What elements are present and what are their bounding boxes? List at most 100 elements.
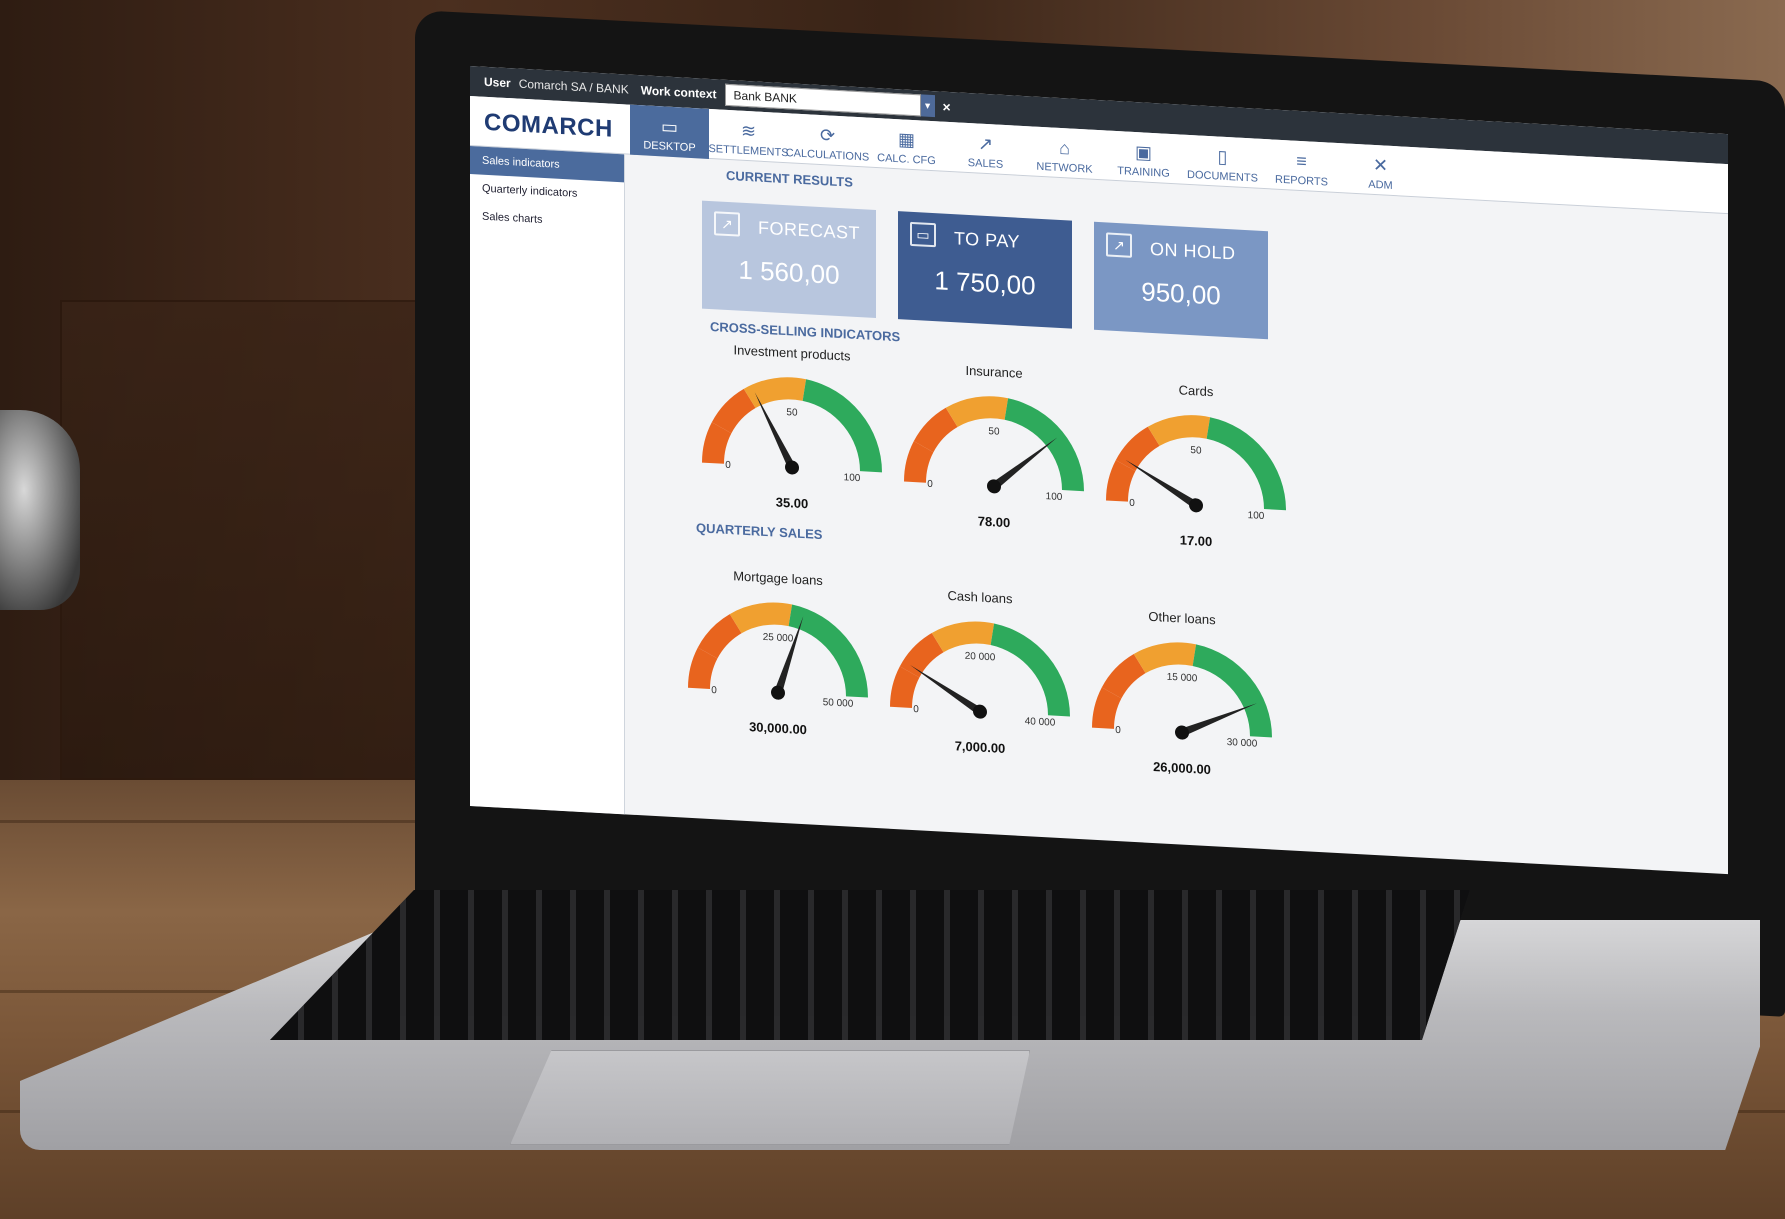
refresh-coin-icon: ⟳ <box>819 124 836 146</box>
nav-calc-cfg[interactable]: ▦ CALC. CFG <box>867 118 946 172</box>
nav-label: NETWORK <box>1036 160 1093 176</box>
gauge-title: Other loans <box>1148 608 1216 628</box>
user-label: User <box>484 74 511 91</box>
gauge-insurance: Insurance 0 50 100 78.00 <box>894 359 1094 540</box>
card-title: FORECAST <box>758 217 861 244</box>
desk-lamp <box>0 410 80 610</box>
keyboard <box>270 890 1470 1040</box>
chart-icon: ↗ <box>1106 232 1132 258</box>
gauge-band-3 <box>788 604 868 698</box>
nav-reports[interactable]: ≡ REPORTS <box>1262 139 1341 193</box>
gauge-needle <box>1125 459 1199 509</box>
nav-calculations[interactable]: ⟳ CALCULATIONS <box>785 113 870 167</box>
gauge-title: Insurance <box>965 362 1023 381</box>
nav-label: TRAINING <box>1117 165 1170 180</box>
calculator-icon: ▦ <box>897 129 915 151</box>
gauge-hub <box>785 460 799 475</box>
nav-settlements[interactable]: ≋ SETTLEMENTS <box>708 109 789 163</box>
gauge-band-3 <box>802 379 882 473</box>
gauge-investment-products: Investment products 0 50 100 35.00 <box>692 340 892 521</box>
nav-sales[interactable]: ↗ SALES <box>946 122 1025 176</box>
nav-label: DOCUMENTS <box>1187 168 1258 185</box>
nav-network[interactable]: ⌂ NETWORK <box>1025 126 1104 180</box>
gauge-tick-label: 0 <box>711 685 717 696</box>
gauge-band-3 <box>1206 417 1286 511</box>
card-forecast[interactable]: ↗ FORECAST 1 560,00 <box>702 200 876 318</box>
stack-icon: ≡ <box>1296 150 1307 172</box>
nav-label: DESKTOP <box>643 139 696 155</box>
gauge-tick-label: 15 000 <box>1167 672 1198 685</box>
nav-label: CALCULATIONS <box>785 147 870 164</box>
gauge-hub <box>973 704 987 719</box>
section-quarterly-sales: QUARTERLY SALES <box>696 520 823 543</box>
card-value: 1 750,00 <box>934 265 1036 301</box>
app-screen: User Comarch SA / BANK Work context Bank… <box>470 66 1728 875</box>
card-on-hold[interactable]: ↗ ON HOLD 950,00 <box>1094 221 1268 340</box>
close-icon[interactable]: × <box>943 99 951 115</box>
gauge-tick-label: 0 <box>1115 725 1121 736</box>
monitor-icon: ▭ <box>660 116 678 138</box>
gauge-band-3 <box>1004 398 1084 492</box>
presentation-icon: ▣ <box>1134 142 1152 163</box>
nav-label: SETTLEMENTS <box>708 142 789 160</box>
gauge-tick-label: 40 000 <box>1025 716 1056 729</box>
background-cabinet <box>60 300 440 780</box>
tools-icon: ✕ <box>1372 154 1389 176</box>
comarch-logo: COMARCH <box>484 108 613 143</box>
gauge-tick-label: 0 <box>927 479 933 490</box>
gauge-tick-label: 50 <box>786 407 798 419</box>
gauge-tick-label: 50 <box>988 426 1000 438</box>
gauge-tick-label: 50 <box>1190 445 1202 457</box>
nav-adm[interactable]: ✕ ADM <box>1341 143 1420 197</box>
gauge-needle <box>754 392 796 470</box>
gauge-mortgage-loans: Mortgage loans 0 25 000 50 000 30,000.00 <box>678 565 878 746</box>
main-content: CURRENT RESULTS ↗ FORECAST 1 560,00 ▭ TO PAY… <box>630 157 1728 874</box>
sidebar: Sales indicators Quarterly indicators Sale… <box>470 146 625 815</box>
nav-desktop[interactable]: ▭ DESKTOP <box>630 104 709 159</box>
card-title: ON HOLD <box>1150 238 1236 264</box>
nav-label: REPORTS <box>1275 173 1328 189</box>
chevron-down-icon[interactable]: ▼ <box>920 94 935 118</box>
gauge-other-loans: Other loans 0 15 000 30 000 26,000.00 <box>1082 605 1282 786</box>
context-label: Work context <box>640 83 717 102</box>
card-value: 950,00 <box>1141 276 1221 311</box>
laptop-base <box>0 880 1785 1219</box>
gauge-cash-loans: Cash loans 0 20 000 40 000 7,000.00 <box>880 584 1080 765</box>
gauge-tick-label: 100 <box>844 472 861 484</box>
gauge-title: Cash loans <box>947 587 1013 607</box>
nav-documents[interactable]: ▯ DOCUMENTS <box>1183 135 1262 189</box>
wallet-icon: ▭ <box>910 221 936 248</box>
network-icon: ⌂ <box>1059 137 1070 159</box>
gauge-hub <box>1189 498 1203 513</box>
nav-label: ADM <box>1368 178 1393 192</box>
trackpad <box>510 1050 1030 1145</box>
nav-label: SALES <box>967 156 1004 171</box>
chart-icon: ↗ <box>714 211 740 237</box>
gauge-tick-label: 20 000 <box>965 651 996 664</box>
section-current-results: CURRENT RESULTS <box>726 167 853 190</box>
gauge-needle <box>910 664 983 715</box>
book-icon: ▯ <box>1217 146 1228 168</box>
trend-icon: ↗ <box>977 133 994 155</box>
gauge-cards: Cards 0 50 100 17.00 <box>1096 378 1296 559</box>
nav-label: CALC. CFG <box>877 152 936 168</box>
nav-training[interactable]: ▣ TRAINING <box>1104 130 1183 184</box>
gauge-tick-label: 0 <box>725 460 731 471</box>
gauge-tick-label: 30 000 <box>1227 737 1258 750</box>
card-value: 1 560,00 <box>738 254 840 291</box>
gauge-title: Mortgage loans <box>733 568 823 589</box>
gauge-tick-label: 25 000 <box>763 632 794 645</box>
card-to-pay[interactable]: ▭ TO PAY 1 750,00 <box>898 211 1072 329</box>
gauge-tick-label: 0 <box>1129 498 1135 509</box>
gauge-tick-label: 100 <box>1046 491 1063 503</box>
gauge-title: Cards <box>1178 382 1214 400</box>
coins-icon: ≋ <box>740 120 757 142</box>
gauge-tick-label: 50 000 <box>823 697 854 710</box>
gauge-band-3 <box>990 623 1070 717</box>
section-cross-selling: CROSS-SELLING INDICATORS <box>710 318 901 345</box>
gauge-title: Investment products <box>733 342 851 364</box>
card-title: TO PAY <box>954 228 1021 252</box>
gauge-tick-label: 100 <box>1248 510 1265 522</box>
gauge-tick-label: 0 <box>913 704 919 715</box>
user-value: Comarch SA / BANK <box>518 76 629 97</box>
